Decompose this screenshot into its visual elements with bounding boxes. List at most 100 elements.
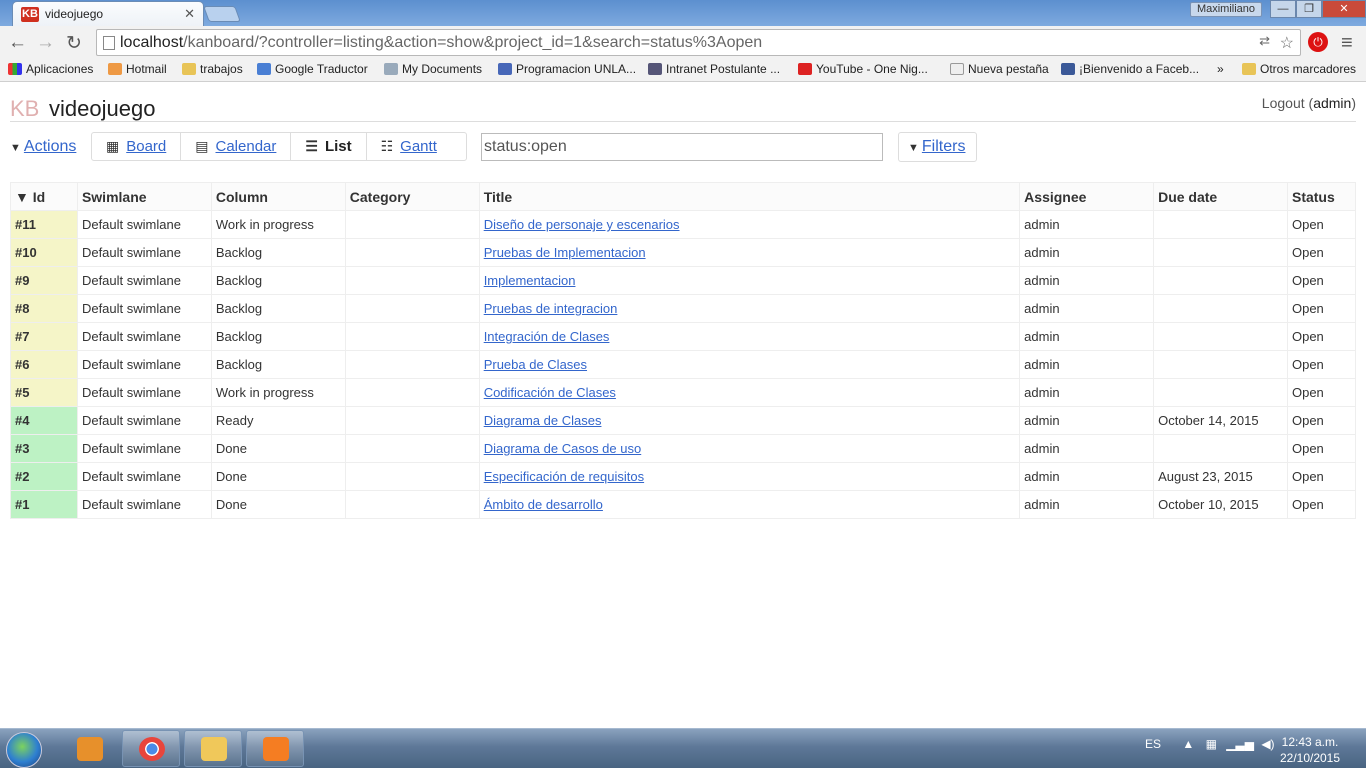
tray-expand-icon[interactable]: ▲: [1182, 737, 1194, 751]
actions-link[interactable]: Actions: [24, 138, 76, 155]
folder-icon: [1242, 63, 1256, 75]
col-header-id[interactable]: ▼ Id: [10, 182, 78, 211]
taskbar-media-player[interactable]: [60, 730, 118, 767]
taskbar-xampp[interactable]: [246, 730, 304, 767]
profile-name[interactable]: Maximiliano: [1190, 2, 1262, 17]
cell-id[interactable]: #3: [10, 434, 78, 463]
user-link[interactable]: admin: [1313, 95, 1351, 111]
col-header-title[interactable]: Title: [478, 182, 1021, 211]
task-title-link[interactable]: Diagrama de Casos de uso: [484, 441, 642, 456]
apps-grid-icon: [8, 63, 22, 75]
cell-title: Diagrama de Casos de uso: [478, 434, 1021, 463]
task-title-link[interactable]: Especificación de requisitos: [484, 469, 644, 484]
task-title-link[interactable]: Codificación de Clases: [484, 385, 616, 400]
search-input[interactable]: [481, 133, 883, 161]
list-icon: ☰: [305, 138, 318, 154]
youtube-icon: [798, 63, 812, 75]
cell-id[interactable]: #4: [10, 406, 78, 435]
actions-dropdown[interactable]: ▼ Actions: [10, 138, 76, 156]
view-calendar[interactable]: ▤ Calendar: [181, 133, 292, 160]
view-gantt[interactable]: ☷ Gantt: [367, 133, 451, 160]
media-player-icon: [77, 737, 103, 761]
new-tab-button[interactable]: [203, 6, 241, 22]
cell-assignee: admin: [1019, 406, 1155, 435]
cell-status: Open: [1286, 378, 1357, 407]
language-indicator[interactable]: ES: [1145, 737, 1161, 751]
cell-id[interactable]: #5: [10, 378, 78, 407]
cell-id[interactable]: #8: [10, 294, 78, 323]
task-title-link[interactable]: Diseño de personaje y escenarios: [484, 217, 680, 232]
bookmark-star-icon[interactable]: ☆: [1280, 33, 1294, 53]
bookmark-hotmail[interactable]: Hotmail: [108, 62, 167, 76]
col-header-swimlane[interactable]: Swimlane: [76, 182, 212, 211]
kanboard-logo[interactable]: KB: [10, 96, 39, 122]
signal-icon[interactable]: ▁▃▅: [1226, 737, 1254, 751]
bookmark-intranet[interactable]: Intranet Postulante ...: [648, 62, 780, 76]
tab-close-icon[interactable]: ✕: [184, 6, 195, 22]
col-header-category[interactable]: Category: [344, 182, 480, 211]
cell-assignee: admin: [1019, 462, 1155, 491]
taskbar-chrome[interactable]: [122, 730, 180, 767]
clock[interactable]: 12:43 a.m. 22/10/2015: [1275, 734, 1345, 766]
bookmark-google-traductor[interactable]: Google Traductor: [257, 62, 368, 76]
bookmark-apps[interactable]: Aplicaciones: [8, 62, 93, 76]
grid-icon: ▦: [106, 138, 120, 154]
volume-icon[interactable]: ◀): [1261, 737, 1274, 751]
cell-id[interactable]: #2: [10, 462, 78, 491]
table-row: #1 Default swimlane Done Ámbito de desarrol…: [10, 490, 1357, 519]
cell-title: Diagrama de Clases: [478, 406, 1021, 435]
logout-link[interactable]: Logout: [1262, 95, 1305, 111]
cell-id[interactable]: #6: [10, 350, 78, 379]
page-icon: [950, 63, 964, 75]
view-list[interactable]: ☰ List: [291, 133, 367, 160]
minimize-button[interactable]: —: [1270, 0, 1296, 18]
task-title-link[interactable]: Prueba de Clases: [484, 357, 587, 372]
cell-status: Open: [1286, 462, 1357, 491]
bookmark-programacion[interactable]: Programacion UNLA...: [498, 62, 636, 76]
forward-icon[interactable]: →: [36, 32, 55, 54]
bookmark-my-documents[interactable]: My Documents: [384, 62, 482, 76]
bookmark-otros-marcadores[interactable]: Otros marcadores: [1242, 62, 1356, 76]
filters-link[interactable]: Filters: [922, 138, 966, 155]
task-title-link[interactable]: Pruebas de integracion: [484, 301, 618, 316]
taskbar-explorer[interactable]: [184, 730, 242, 767]
task-title-link[interactable]: Integración de Clases: [484, 329, 610, 344]
col-header-assignee[interactable]: Assignee: [1019, 182, 1155, 211]
task-title-link[interactable]: Diagrama de Clases: [484, 413, 602, 428]
translate-icon[interactable]: ⇄: [1259, 33, 1270, 49]
bookmark-youtube[interactable]: YouTube - One Nig...: [798, 62, 928, 76]
cell-swimlane: Default swimlane: [76, 490, 212, 519]
restore-button[interactable]: ❐: [1296, 0, 1322, 18]
close-window-button[interactable]: ✕: [1322, 0, 1366, 18]
task-title-link[interactable]: Pruebas de Implementacion: [484, 245, 646, 260]
bookmark-trabajos[interactable]: trabajos: [182, 62, 243, 76]
table-row: #2 Default swimlane Done Especificación de …: [10, 462, 1357, 491]
cell-id[interactable]: #10: [10, 238, 78, 267]
bookmark-facebook[interactable]: ¡Bienvenido a Faceb...: [1061, 62, 1199, 76]
view-board[interactable]: ▦ Board: [92, 133, 182, 160]
back-icon[interactable]: ←: [8, 32, 27, 54]
reload-icon[interactable]: ↻: [66, 32, 82, 55]
address-bar[interactable]: localhost/kanboard/?controller=listing&a…: [96, 29, 1301, 56]
cell-category: [344, 210, 480, 239]
cell-id[interactable]: #7: [10, 322, 78, 351]
col-header-column[interactable]: Column: [210, 182, 346, 211]
cell-swimlane: Default swimlane: [76, 238, 212, 267]
filters-dropdown[interactable]: ▼ Filters: [898, 132, 977, 162]
col-header-due-date[interactable]: Due date: [1153, 182, 1288, 211]
start-button[interactable]: [6, 732, 42, 768]
cell-id[interactable]: #9: [10, 266, 78, 295]
cell-id[interactable]: #1: [10, 490, 78, 519]
bookmarks-overflow[interactable]: »: [1217, 62, 1224, 76]
extension-icon[interactable]: ⏻: [1308, 32, 1328, 52]
bookmark-nueva-pestana[interactable]: Nueva pestaña: [950, 62, 1049, 76]
menu-icon[interactable]: ≡: [1341, 32, 1353, 55]
browser-tab[interactable]: KB videojuego ✕: [12, 1, 204, 26]
task-title-link[interactable]: Ámbito de desarrollo: [484, 497, 603, 512]
network-icon[interactable]: ▦: [1206, 737, 1217, 751]
cell-category: [344, 490, 480, 519]
cell-id[interactable]: #11: [10, 210, 78, 239]
windows-taskbar: ES ▲ ▦ ▁▃▅ ◀) 12:43 a.m. 22/10/2015: [0, 728, 1366, 768]
col-header-status[interactable]: Status: [1286, 182, 1357, 211]
task-title-link[interactable]: Implementacion: [484, 273, 576, 288]
